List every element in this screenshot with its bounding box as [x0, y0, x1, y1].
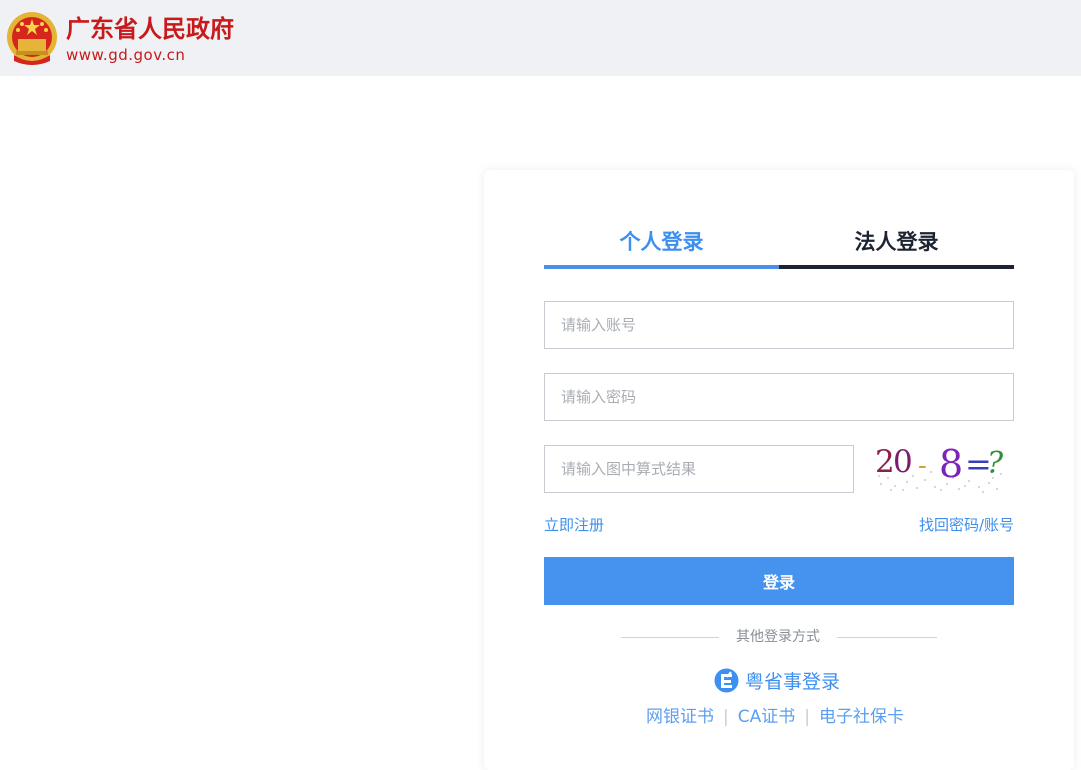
- divider-left: [621, 637, 719, 638]
- yueshengshi-login-label: 粤省事登录: [745, 671, 841, 693]
- login-tabs: 个人登录 法人登录: [544, 222, 1014, 269]
- tab-personal-login[interactable]: 个人登录: [544, 222, 779, 269]
- ca-certificate-link[interactable]: CA证书: [738, 707, 796, 727]
- divider-right: [837, 637, 937, 638]
- account-input[interactable]: [544, 301, 1014, 349]
- svg-text:-: -: [918, 451, 927, 481]
- separator: |: [723, 707, 729, 727]
- site-header: 广东省人民政府 www.gd.gov.cn: [0, 0, 1081, 76]
- svg-text:?: ?: [987, 446, 1004, 481]
- yueshengshi-icon: [714, 668, 739, 693]
- register-link[interactable]: 立即注册: [544, 515, 604, 535]
- tab-legal-person-login[interactable]: 法人登录: [779, 222, 1014, 269]
- other-login-methods-label: 其他登录方式: [736, 629, 820, 645]
- site-url[interactable]: www.gd.gov.cn: [66, 46, 185, 64]
- svg-text:8: 8: [939, 442, 963, 486]
- svg-text:2: 2: [875, 444, 895, 480]
- captcha-image[interactable]: 2 0 - 8 = ?: [873, 440, 1007, 495]
- social-security-card-link[interactable]: 电子社保卡: [819, 707, 904, 727]
- login-button[interactable]: 登录: [544, 557, 1014, 605]
- bank-certificate-link[interactable]: 网银证书: [646, 707, 714, 727]
- svg-text:0: 0: [893, 444, 913, 480]
- separator: |: [804, 707, 810, 727]
- password-input[interactable]: [544, 373, 1014, 421]
- alternative-login-methods: 网银证书 | CA证书 | 电子社保卡: [646, 705, 904, 729]
- site-title[interactable]: 广东省人民政府: [66, 14, 234, 44]
- recover-account-link[interactable]: 找回密码/账号: [919, 515, 1014, 535]
- captcha-input[interactable]: [544, 445, 854, 493]
- national-emblem-icon[interactable]: [4, 11, 60, 67]
